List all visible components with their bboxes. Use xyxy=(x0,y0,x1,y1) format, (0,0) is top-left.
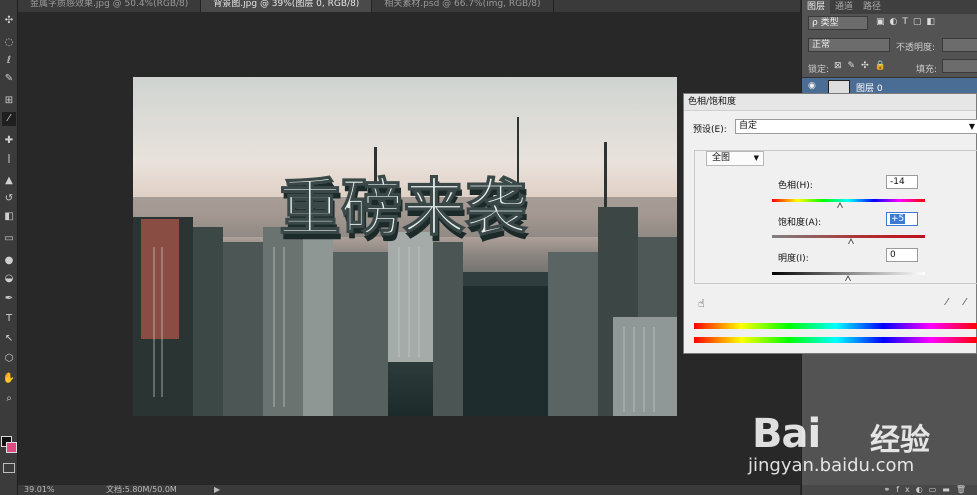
eraser-tool-icon[interactable]: ◧ xyxy=(2,210,16,224)
shape-tool-icon[interactable]: ⬡ xyxy=(2,352,16,366)
blur-tool-icon[interactable]: ● xyxy=(2,254,16,268)
marquee-tool-icon[interactable]: ◌ xyxy=(2,36,16,50)
zoom-tool-icon[interactable]: ⌕ xyxy=(2,392,16,406)
quick-mask-icon[interactable] xyxy=(3,463,15,473)
brush-tool-icon[interactable]: ǀ xyxy=(2,152,16,166)
document-size: 文档:5.80M/50.0M xyxy=(106,485,177,494)
path-select-tool-icon[interactable]: ↖ xyxy=(2,332,16,346)
layer-filter-icons[interactable]: ▣◐T▢◧ xyxy=(876,17,940,27)
input-color-bar xyxy=(694,323,977,329)
quick-select-tool-icon[interactable]: ✎ xyxy=(2,72,16,86)
slider-label-sat: 饱和度(A): xyxy=(778,218,822,228)
type-tool-icon[interactable]: T xyxy=(2,312,16,326)
sat-slider-thumb[interactable] xyxy=(848,238,855,244)
hue-value-input[interactable]: -14 xyxy=(886,175,918,189)
tools-panel: ✣ ◌ ℓ ✎ ⊞ ⁄ ✚ ǀ ▲ ↺ ◧ ▭ ● ◒ ✒ T ↖ ⬡ ✋ ⌕ xyxy=(0,0,18,495)
healing-tool-icon[interactable]: ✚ xyxy=(2,134,16,148)
zoom-level[interactable]: 39.01% xyxy=(24,485,55,495)
output-color-bar xyxy=(694,337,977,343)
eyedropper-tool-icon[interactable]: ⁄ xyxy=(2,112,16,126)
light-slider-thumb[interactable] xyxy=(845,275,852,281)
hand-tool-icon[interactable]: ✋ xyxy=(2,372,16,386)
chevron-down-icon: ▼ xyxy=(968,122,975,131)
hue-saturation-dialog: 色相/饱和度 预设(E): 自定 ▼ 全图 ▼ 色相(H): -14 饱和度(A):… xyxy=(683,93,977,354)
watermark-brand-suffix: 经验 xyxy=(870,423,930,458)
channel-value: 全图 xyxy=(712,153,731,163)
document-tab-2[interactable]: 背景图.jpg @ 39%(图层 0, RGB/8) xyxy=(201,0,373,12)
eyedropper-icon[interactable]: ⁄ xyxy=(946,297,948,308)
tab-layers[interactable]: 图层 xyxy=(802,0,831,14)
slider-label-light: 明度(I): xyxy=(778,254,809,264)
city-image: 重磅来袭 重磅来袭 xyxy=(133,117,677,416)
sat-value-text: +5 xyxy=(890,214,906,224)
hue-value-text: -14 xyxy=(890,177,905,187)
preset-label: 预设(E): xyxy=(693,125,727,135)
pen-tool-icon[interactable]: ✒ xyxy=(2,292,16,306)
stamp-tool-icon[interactable]: ▲ xyxy=(2,174,16,188)
opacity-field[interactable] xyxy=(942,38,977,52)
hue-slider-track[interactable] xyxy=(772,199,925,202)
layers-panel-tabs: 图层 通道 路径 xyxy=(802,0,977,14)
headline-text: 重磅来袭 xyxy=(279,171,528,244)
preset-select[interactable]: 自定 ▼ xyxy=(735,119,977,134)
gradient-tool-icon[interactable]: ▭ xyxy=(2,232,16,246)
dialog-title[interactable]: 色相/饱和度 xyxy=(684,94,976,111)
lock-label: 锁定: xyxy=(808,65,830,75)
history-brush-icon[interactable]: ↺ xyxy=(2,192,16,206)
fill-field[interactable] xyxy=(942,59,977,73)
lock-icons[interactable]: ⊠✎✣🔒 xyxy=(834,61,892,71)
background-color-swatch[interactable] xyxy=(6,442,17,453)
dodge-tool-icon[interactable]: ◒ xyxy=(2,272,16,286)
visibility-eye-icon[interactable]: ◉ xyxy=(808,81,816,91)
document-tab-bar: 金属字质感效果.jpg @ 50.4%(RGB/8) 背景图.jpg @ 39%… xyxy=(18,0,800,12)
fill-label: 填充: xyxy=(916,65,938,75)
crop-tool-icon[interactable]: ⊞ xyxy=(2,94,16,108)
status-bar: 39.01% 文档:5.80M/50.0M ▶ xyxy=(18,485,800,495)
layers-panel-footer-icons[interactable]: ⚭fx◐▭▬🗑 xyxy=(802,485,977,495)
layer-kind-filter[interactable]: ρ 类型 xyxy=(808,16,868,30)
document-tab-3[interactable]: 相关素材.psd @ 66.7%(img, RGB/8) xyxy=(372,0,554,12)
watermark-brand: Bai xyxy=(752,411,821,457)
document-canvas[interactable]: 重磅来袭 重磅来袭 xyxy=(133,77,677,416)
opacity-label: 不透明度: xyxy=(896,43,936,53)
chevron-down-icon: ▼ xyxy=(753,154,759,162)
light-value-input[interactable]: 0 xyxy=(886,248,918,262)
targeted-adjustment-hand-icon[interactable]: ☝ xyxy=(698,297,705,310)
watermark-url: jingyan.baidu.com xyxy=(748,455,915,476)
slider-label-hue: 色相(H): xyxy=(778,181,813,191)
sat-value-input[interactable]: +5 xyxy=(886,212,918,226)
eyedropper-plus-icon[interactable]: ⁄ xyxy=(964,297,966,308)
tab-paths[interactable]: 路径 xyxy=(858,0,886,14)
layer-thumbnail xyxy=(828,80,850,94)
adjustment-group xyxy=(694,150,977,284)
move-tool-icon[interactable]: ✣ xyxy=(2,14,16,28)
preset-value: 自定 xyxy=(739,121,758,131)
document-tab-1[interactable]: 金属字质感效果.jpg @ 50.4%(RGB/8) xyxy=(18,0,202,12)
lasso-tool-icon[interactable]: ℓ xyxy=(2,54,16,68)
status-menu-arrow-icon[interactable]: ▶ xyxy=(214,485,220,495)
hue-slider-thumb[interactable] xyxy=(837,202,844,208)
baidu-jingyan-watermark: Bai 经验 jingyan.baidu.com xyxy=(748,385,977,485)
channel-select[interactable]: 全图 ▼ xyxy=(706,151,764,166)
light-value-text: 0 xyxy=(890,250,896,260)
blend-mode-select[interactable]: 正常 xyxy=(808,38,890,52)
tab-channels[interactable]: 通道 xyxy=(830,0,858,14)
